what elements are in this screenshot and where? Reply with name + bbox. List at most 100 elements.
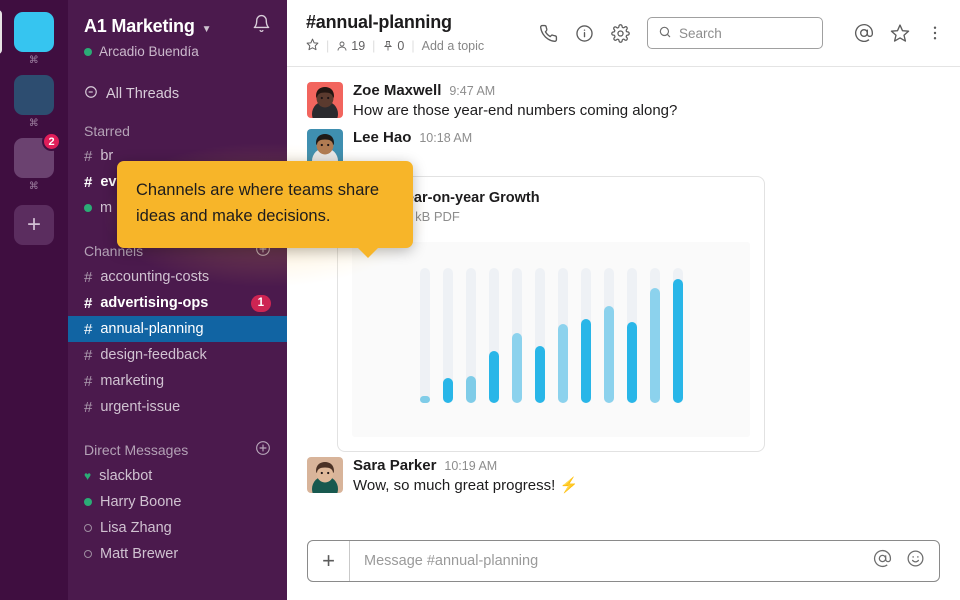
hash-icon: # bbox=[84, 147, 93, 165]
workspace-shortcut: ⌘ bbox=[28, 55, 40, 66]
sidebar: A1 Marketing ▼ Arcadio Buendía All Threa… bbox=[68, 0, 287, 600]
members-count-group[interactable]: 19 bbox=[336, 39, 365, 53]
sidebar-item-marketing[interactable]: # marketing bbox=[68, 368, 287, 394]
pin-icon bbox=[384, 41, 393, 51]
composer-box[interactable]: + Message #annual-planning bbox=[307, 540, 940, 582]
search-input[interactable]: Search bbox=[647, 17, 823, 49]
gear-icon[interactable] bbox=[611, 23, 630, 43]
star-icon[interactable] bbox=[306, 38, 319, 54]
sidebar-item-all-threads[interactable]: All Threads bbox=[68, 85, 287, 103]
workspace-tile-3[interactable]: 2 bbox=[14, 132, 61, 178]
sidebar-item-advertising-ops[interactable]: # advertising-ops 1 bbox=[68, 290, 287, 316]
chevron-down-icon[interactable]: ▼ bbox=[202, 24, 212, 35]
message-text: Wow, so much great progress! ⚡ bbox=[353, 476, 579, 494]
sidebar-item-design-feedback[interactable]: # design-feedback bbox=[68, 342, 287, 368]
main-panel: #annual-planning | 19 | 0 | Add a topic … bbox=[287, 0, 960, 600]
add-topic-button[interactable]: Add a topic bbox=[422, 39, 485, 53]
add-attachment-button[interactable]: + bbox=[308, 541, 350, 581]
plus-icon: + bbox=[322, 548, 335, 573]
workspace-item[interactable]: ⌘ bbox=[0, 10, 54, 75]
message-author[interactable]: Sara Parker bbox=[353, 457, 436, 474]
message-timestamp: 9:47 AM bbox=[449, 84, 496, 98]
bar-fill bbox=[488, 351, 499, 403]
presence-indicator-icon bbox=[84, 550, 92, 558]
sidebar-item-urgent-issue[interactable]: # urgent-issue bbox=[68, 394, 287, 420]
phone-icon[interactable] bbox=[539, 24, 558, 43]
sidebar-item-accounting-costs[interactable]: # accounting-costs bbox=[68, 264, 287, 290]
chart-preview[interactable] bbox=[352, 241, 750, 437]
message-list: Zoe Maxwell 9:47 AM How are those year-end… bbox=[287, 67, 960, 540]
file-name[interactable]: Year-on-year Growth bbox=[397, 190, 540, 206]
current-user[interactable]: Arcadio Buendía bbox=[84, 44, 271, 59]
star-outline-icon[interactable] bbox=[890, 23, 910, 43]
message-body: Lee Hao 10:18 AM bbox=[353, 129, 940, 165]
sidebar-item-matt-brewer[interactable]: Matt Brewer bbox=[68, 541, 287, 567]
workspace-item[interactable]: 2 ⌘ bbox=[14, 132, 61, 201]
sidebar-item-harry-boone[interactable]: Harry Boone bbox=[68, 489, 287, 515]
threads-icon bbox=[84, 85, 98, 103]
sidebar-item-label: br bbox=[100, 148, 114, 164]
workspace-name: A1 Marketing bbox=[84, 15, 195, 36]
at-mention-icon[interactable] bbox=[854, 23, 874, 43]
tooltip-text: Channels are where teams share ideas and… bbox=[136, 181, 380, 226]
hash-icon: # bbox=[84, 294, 93, 312]
workspace-title-group[interactable]: A1 Marketing ▼ bbox=[84, 16, 212, 37]
message-item: Zoe Maxwell 9:47 AM How are those year-end… bbox=[287, 77, 960, 124]
hash-icon: # bbox=[84, 173, 93, 191]
all-threads-label: All Threads bbox=[106, 86, 180, 102]
emoji-icon[interactable] bbox=[906, 549, 925, 573]
hash-icon: # bbox=[84, 320, 93, 338]
bar-track bbox=[603, 267, 614, 403]
avatar[interactable] bbox=[307, 456, 343, 493]
message-header: Zoe Maxwell 9:47 AM bbox=[353, 82, 940, 99]
sidebar-section-header[interactable]: Direct Messages bbox=[68, 440, 287, 459]
bar-fill bbox=[626, 321, 637, 403]
sidebar-item-annual-planning[interactable]: # annual-planning bbox=[68, 316, 287, 342]
message-item: Sara Parker 10:19 AM Wow, so much great pr… bbox=[287, 452, 960, 499]
search-icon bbox=[658, 25, 672, 42]
message-timestamp: 10:19 AM bbox=[444, 458, 498, 473]
search-placeholder: Search bbox=[679, 25, 722, 41]
file-meta-block: Year-on-year Growth 78 kB PDF bbox=[397, 190, 540, 224]
more-options-icon[interactable] bbox=[926, 24, 944, 42]
message-body: Zoe Maxwell 9:47 AM How are those year-end… bbox=[353, 82, 940, 122]
pins-count-group[interactable]: 0 bbox=[382, 39, 404, 53]
sidebar-item-lisa-zhang[interactable]: Lisa Zhang bbox=[68, 515, 287, 541]
message-text: How are those year-end numbers coming al… bbox=[353, 102, 678, 119]
info-icon[interactable] bbox=[575, 24, 594, 43]
bell-icon[interactable] bbox=[252, 14, 271, 38]
workspace-unread-badge: 2 bbox=[42, 132, 61, 151]
message-body: Sara Parker 10:19 AM Wow, so much great pr… bbox=[353, 457, 940, 497]
presence-dot-icon bbox=[84, 47, 92, 56]
sidebar-item-label: marketing bbox=[100, 373, 165, 389]
add-channel-icon[interactable] bbox=[255, 440, 271, 459]
message-author[interactable]: Lee Hao bbox=[353, 129, 411, 146]
avatar[interactable] bbox=[307, 82, 343, 118]
onboarding-tooltip[interactable]: Channels are where teams share ideas and… bbox=[117, 161, 413, 258]
bar-fill bbox=[419, 396, 430, 403]
sidebar-item-label: urgent-issue bbox=[100, 399, 181, 415]
workspace-item[interactable]: ⌘ bbox=[14, 75, 54, 138]
bar-fill bbox=[534, 346, 545, 403]
add-workspace-button[interactable]: + bbox=[14, 205, 54, 245]
avatar[interactable] bbox=[307, 128, 343, 165]
sidebar-item-label: annual-planning bbox=[100, 321, 204, 337]
bar-fill bbox=[580, 319, 591, 403]
sidebar-item-label: m bbox=[100, 200, 113, 216]
workspace-tile-1[interactable] bbox=[0, 10, 54, 54]
sidebar-item-slackbot[interactable]: ♥ slackbot bbox=[68, 463, 287, 489]
sidebar-header: A1 Marketing ▼ Arcadio Buendía bbox=[68, 0, 287, 59]
sidebar-item-label: advertising-ops bbox=[100, 295, 209, 311]
sidebar-item-label: Matt Brewer bbox=[100, 546, 179, 562]
header-right-actions bbox=[854, 23, 944, 43]
sidebar-item-label: slackbot bbox=[99, 468, 153, 484]
message-input[interactable]: Message #annual-planning bbox=[350, 553, 873, 569]
at-mention-icon-composer[interactable] bbox=[873, 549, 892, 573]
workspace-tile-2[interactable] bbox=[14, 75, 54, 115]
sidebar-section-header[interactable]: Starred bbox=[68, 123, 287, 139]
workspace-title-row[interactable]: A1 Marketing ▼ bbox=[84, 14, 271, 38]
message-author[interactable]: Zoe Maxwell bbox=[353, 82, 441, 99]
current-user-name: Arcadio Buendía bbox=[99, 44, 199, 59]
sidebar-item-label: design-feedback bbox=[100, 347, 207, 363]
message-timestamp: 10:18 AM bbox=[419, 130, 473, 145]
